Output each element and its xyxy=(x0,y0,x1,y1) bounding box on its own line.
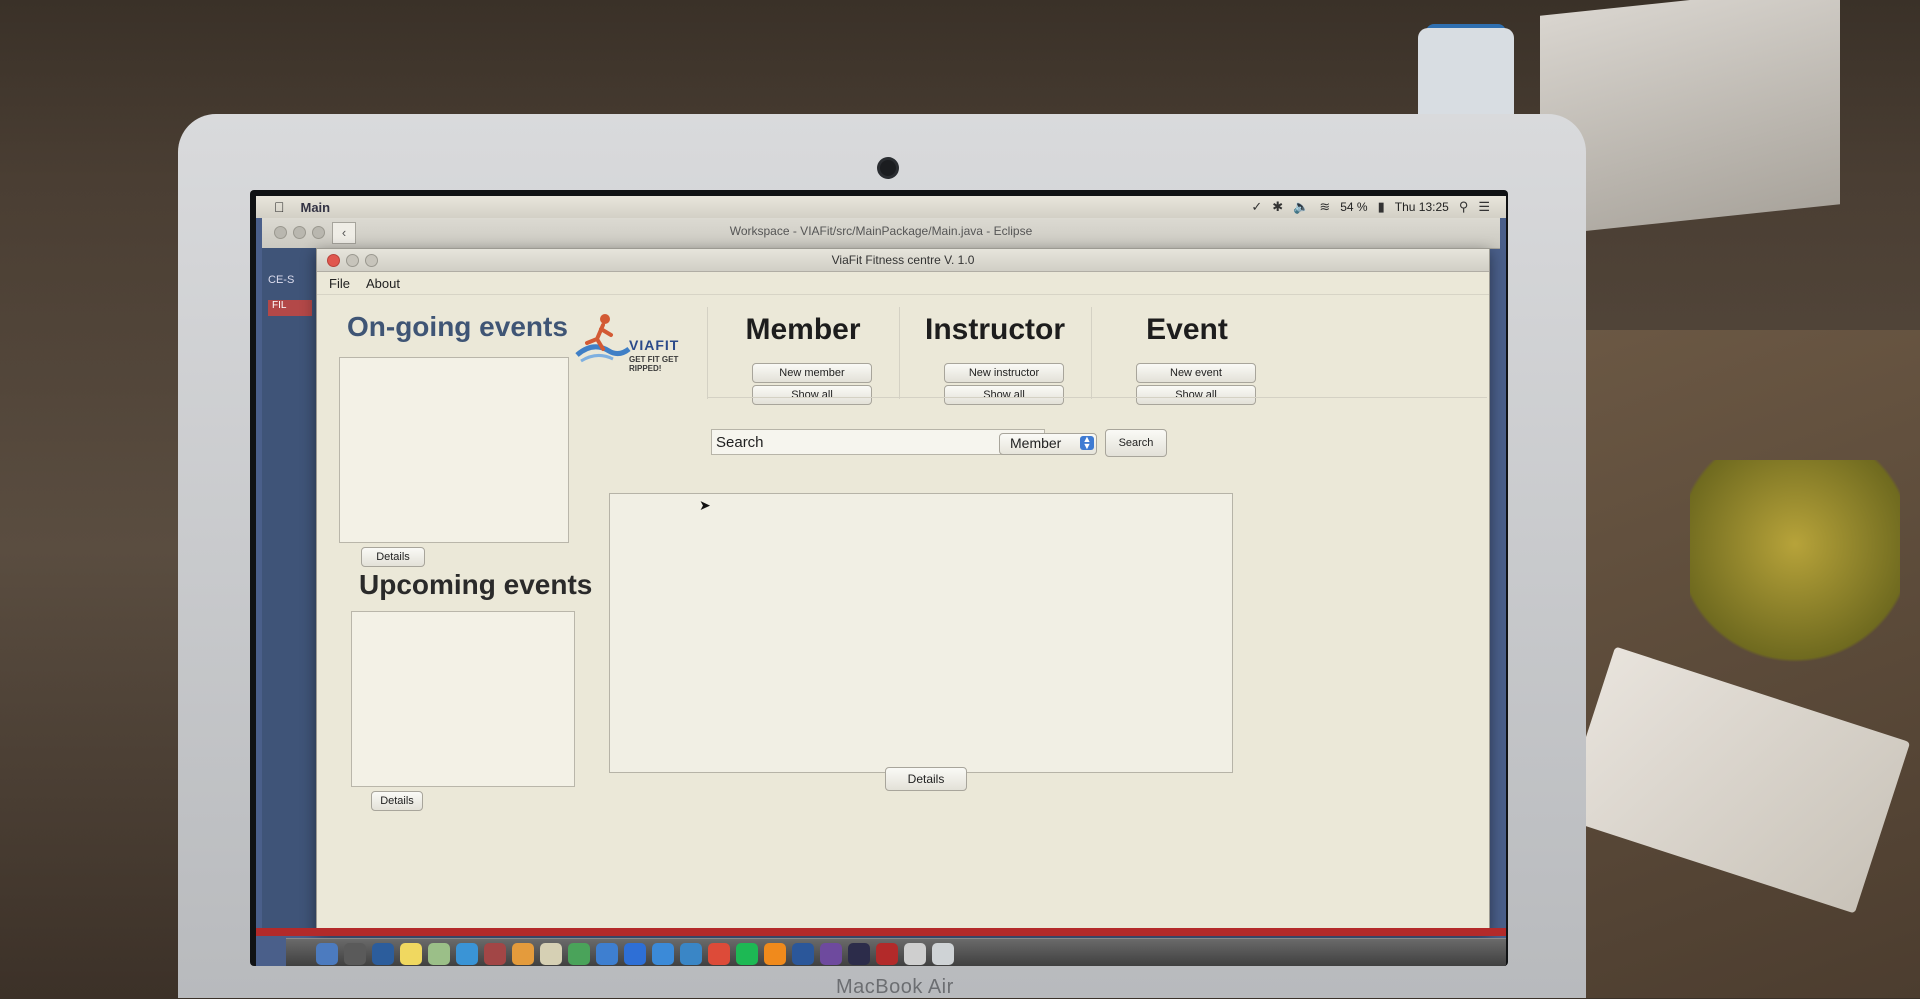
safari-icon[interactable] xyxy=(652,943,674,965)
battery-percent[interactable]: 54 % xyxy=(1340,200,1367,214)
trash-icon[interactable] xyxy=(932,943,954,965)
keynote-icon[interactable] xyxy=(596,943,618,965)
background-red-strip xyxy=(256,928,1506,936)
chrome-icon[interactable] xyxy=(708,943,730,965)
show-all-events-button[interactable]: Show all xyxy=(1136,385,1256,405)
volume-icon[interactable]: 🔈 xyxy=(1293,199,1309,215)
show-all-members-button[interactable]: Show all xyxy=(752,385,872,405)
vlc-icon[interactable] xyxy=(764,943,786,965)
search-input[interactable]: Search xyxy=(711,429,1045,455)
event-heading: Event xyxy=(1146,313,1228,346)
member-section: Member New member Show all xyxy=(707,307,898,405)
water-bottle xyxy=(1418,28,1514,118)
pages-icon[interactable] xyxy=(540,943,562,965)
runner-logo-icon xyxy=(575,314,631,363)
notes-icon[interactable] xyxy=(400,943,422,965)
photos-icon[interactable] xyxy=(512,943,534,965)
acrobat-icon[interactable] xyxy=(876,943,898,965)
upcoming-events-list[interactable] xyxy=(351,611,575,787)
new-member-button[interactable]: New member xyxy=(752,363,872,383)
instructor-section: Instructor New instructor Show all xyxy=(899,307,1090,405)
maps-icon[interactable] xyxy=(428,943,450,965)
app-store-icon[interactable] xyxy=(624,943,646,965)
viafit-logo: VIAFIT GET FIT GET RIPPED! xyxy=(573,311,711,373)
new-event-button[interactable]: New event xyxy=(1136,363,1256,383)
member-heading: Member xyxy=(745,313,861,346)
mouse-cursor-icon: ➤ xyxy=(699,497,711,513)
numbers-icon[interactable] xyxy=(568,943,590,965)
battery-icon: ▮ xyxy=(1377,199,1385,214)
search-type-value: Member xyxy=(1010,435,1062,451)
window-title: ViaFit Fitness centre V. 1.0 xyxy=(831,253,975,267)
launchpad-icon[interactable] xyxy=(344,943,366,965)
active-app-name[interactable]: Main xyxy=(301,200,331,215)
eclipse-icon[interactable] xyxy=(848,943,870,965)
messages-icon[interactable] xyxy=(456,943,478,965)
header-divider xyxy=(707,397,1487,398)
instructor-heading: Instructor xyxy=(924,313,1065,346)
preview-icon[interactable] xyxy=(372,943,394,965)
apple-icon[interactable]:  xyxy=(274,199,285,215)
ongoing-events-heading: On-going events xyxy=(347,311,568,342)
screen:  Main ✓ ✱ 🔈 ≋ 54 % ▮ Thu 13:25 ⚲ ☰ ‹ Wo… xyxy=(256,196,1506,966)
spotlight-check-icon[interactable]: ✓ xyxy=(1251,199,1262,215)
eclipse-title: Workspace - VIAFit/src/MainPackage/Main.… xyxy=(729,224,1033,238)
new-instructor-button[interactable]: New instructor xyxy=(944,363,1064,383)
logo-tagline: GET FIT GET RIPPED! xyxy=(629,355,679,373)
mac-menu-bar:  Main ✓ ✱ 🔈 ≋ 54 % ▮ Thu 13:25 ⚲ ☰ xyxy=(256,196,1506,218)
ongoing-details-button[interactable]: Details xyxy=(361,547,425,567)
clock[interactable]: Thu 13:25 xyxy=(1395,200,1449,214)
wifi-icon[interactable]: ≋ xyxy=(1319,199,1330,215)
notification-list-icon[interactable]: ☰ xyxy=(1478,199,1490,215)
eclipse-window: ‹ Workspace - VIAFit/src/MainPackage/Mai… xyxy=(262,218,1500,249)
word-icon[interactable] xyxy=(792,943,814,965)
search-icon[interactable]: ⚲ xyxy=(1459,199,1469,215)
upcoming-details-button[interactable]: Details xyxy=(371,791,423,811)
show-all-instructors-button[interactable]: Show all xyxy=(944,385,1064,405)
spotify-icon[interactable] xyxy=(736,943,758,965)
viafit-window: ViaFit Fitness centre V. 1.0 File About … xyxy=(316,248,1490,934)
camera xyxy=(880,160,896,176)
sidebar-label[interactable]: CE-S xyxy=(268,274,294,286)
finder-icon[interactable] xyxy=(316,943,338,965)
bananas xyxy=(1690,460,1900,670)
logo-wordmark: VIAFIT xyxy=(629,337,680,353)
window-titlebar: ViaFit Fitness centre V. 1.0 xyxy=(317,249,1489,272)
menu-bar-status: ✓ ✱ 🔈 ≋ 54 % ▮ Thu 13:25 ⚲ ☰ xyxy=(1251,199,1490,215)
search-button[interactable]: Search xyxy=(1105,429,1167,457)
java-icon[interactable] xyxy=(904,943,926,965)
dock xyxy=(286,938,1506,966)
skype-icon[interactable] xyxy=(680,943,702,965)
results-details-button[interactable]: Details xyxy=(885,767,967,791)
event-section: Event New event Show all xyxy=(1091,307,1282,405)
search-type-select[interactable]: Member ▲ ▼ xyxy=(999,433,1097,455)
select-arrows-icon: ▲ ▼ xyxy=(1080,435,1094,451)
menu-about[interactable]: About xyxy=(366,276,400,291)
search-results-area[interactable] xyxy=(609,493,1233,773)
laptop-brand: MacBook Air xyxy=(836,976,954,998)
menu-file[interactable]: File xyxy=(329,276,350,291)
photo-booth-icon[interactable] xyxy=(484,943,506,965)
window-menu-bar: File About xyxy=(317,272,1489,295)
upcoming-events-heading: Upcoming events xyxy=(359,569,593,600)
ongoing-events-list[interactable] xyxy=(339,357,569,543)
bluetooth-icon[interactable]: ✱ xyxy=(1272,199,1283,215)
eclipse-sidebar: CE-S FIL xyxy=(262,248,320,928)
github-icon[interactable] xyxy=(820,943,842,965)
sidebar-label-red[interactable]: FIL xyxy=(268,300,312,316)
